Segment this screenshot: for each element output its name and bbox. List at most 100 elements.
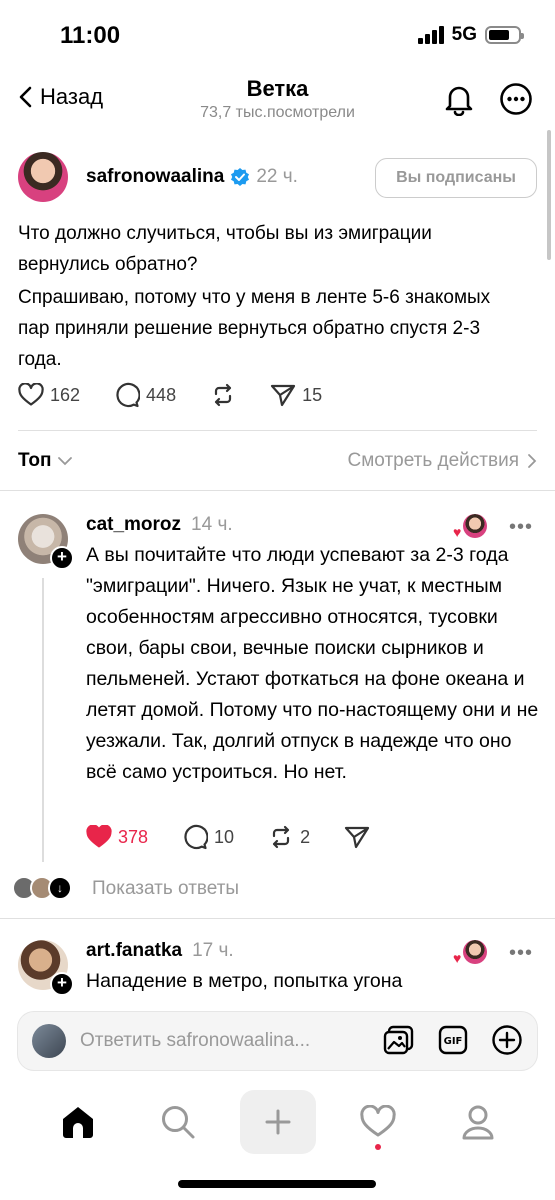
repost-count: 2 [300, 826, 311, 847]
divider [0, 490, 555, 491]
create-icon [265, 1109, 291, 1135]
home-indicator [178, 1180, 376, 1188]
view-activity-link[interactable]: Смотреть действия [348, 450, 537, 472]
view-activity-label: Смотреть действия [347, 450, 519, 471]
avatar[interactable]: + [18, 514, 74, 570]
comment-actions: 378 10 2 [86, 824, 404, 850]
more-icon[interactable]: ••• [509, 516, 533, 539]
sort-dropdown[interactable]: Топ [18, 450, 72, 472]
liked-by-author-badge: ♥ [453, 940, 487, 966]
image-icon[interactable] [383, 1024, 415, 1056]
avatar [32, 1024, 66, 1058]
repost-icon [214, 383, 232, 407]
comment-text: А вы почитайте что люди успевают за 2-3 … [86, 544, 539, 783]
avatar[interactable]: + [18, 940, 74, 996]
avatar[interactable] [18, 152, 68, 202]
repost-button[interactable]: 2 [268, 824, 310, 850]
status-bar: 11:00 5G [0, 0, 555, 70]
share-button[interactable] [344, 825, 370, 849]
battery-icon [485, 26, 524, 44]
more-icon[interactable]: ••• [509, 942, 533, 965]
sort-label: Топ [18, 450, 52, 471]
comment-icon [116, 382, 141, 408]
network-label: 5G [451, 24, 477, 45]
like-button[interactable]: 162 [18, 383, 80, 407]
nav-home[interactable] [40, 1090, 116, 1154]
post-text: Что должно случиться, чтобы вы из эмигра… [18, 218, 518, 377]
post-text-paragraph: Спрашиваю, потому что у меня в ленте 5-6… [18, 287, 491, 370]
search-icon [162, 1106, 195, 1139]
bell-icon [445, 86, 473, 117]
status-time: 11:00 [60, 22, 121, 49]
post-time: 22 ч. [256, 166, 298, 187]
comment-time: 17 ч. [192, 940, 234, 961]
verified-badge-icon [231, 168, 250, 186]
like-count: 378 [118, 826, 149, 847]
comment-time: 14 ч. [191, 514, 233, 535]
composer-tools: GIF [383, 1024, 523, 1056]
more-icon [500, 83, 532, 115]
reply-input[interactable] [80, 1026, 360, 1056]
username[interactable]: safronowaalina [86, 166, 224, 188]
chevron-down-icon [57, 457, 72, 466]
thread-line [42, 578, 44, 862]
comment-button[interactable]: 448 [114, 382, 176, 408]
comment-text: Нападение в метро, попытка угона [86, 970, 403, 992]
gif-icon[interactable]: GIF [437, 1024, 469, 1056]
heart-icon: ♥ [452, 524, 462, 540]
signal-icon [417, 26, 444, 44]
svg-text:GIF: GIF [444, 1036, 463, 1047]
heart-icon [18, 383, 44, 406]
reply-composer: GIF [18, 1012, 537, 1070]
divider [18, 430, 537, 431]
comment-meta: ♥ ••• [453, 940, 533, 966]
profile-icon [462, 1105, 494, 1140]
more-options-button[interactable] [499, 82, 533, 121]
show-replies-button[interactable]: ↓ Показать ответы [12, 876, 239, 902]
notifications-button[interactable] [443, 82, 475, 121]
comment-icon [184, 824, 209, 850]
nav-create[interactable] [240, 1090, 316, 1154]
like-count: 162 [50, 384, 81, 405]
status-indicators: 5G [417, 24, 524, 46]
share-count: 15 [302, 384, 323, 405]
arrow-down-icon: ↓ [48, 876, 72, 900]
sort-bar: Топ Смотреть действия [18, 446, 537, 478]
reply-count: 10 [214, 826, 235, 847]
comment-author: cat_moroz 14 ч. [86, 514, 233, 536]
nav-search[interactable] [140, 1090, 216, 1154]
plus-circle-icon[interactable] [491, 1024, 523, 1056]
divider [0, 918, 555, 919]
show-replies-label: Показать ответы [92, 878, 240, 899]
reply-avatars: ↓ [12, 876, 74, 902]
comment-meta: ♥ ••• [453, 514, 533, 540]
heart-icon: ♥ [452, 950, 462, 966]
like-button[interactable]: 378 [86, 825, 148, 849]
follow-plus-icon[interactable]: + [50, 972, 74, 996]
post-text-paragraph: Что должно случиться, чтобы вы из эмигра… [18, 223, 432, 275]
following-button[interactable]: Вы подписаны [375, 158, 537, 198]
notification-dot [375, 1144, 381, 1150]
activity-icon [360, 1105, 396, 1137]
comment-author: art.fanatka 17 ч. [86, 940, 234, 962]
chevron-right-icon [528, 454, 537, 468]
comment-button[interactable]: 10 [182, 824, 234, 850]
username[interactable]: cat_moroz [86, 514, 181, 536]
scrollbar[interactable] [547, 130, 551, 260]
heart-icon [86, 825, 112, 848]
share-icon [270, 384, 296, 407]
thread-header: Назад Ветка 73,7 тыс.посмотрели [0, 70, 555, 132]
username[interactable]: art.fanatka [86, 940, 182, 962]
liked-by-author-badge: ♥ [453, 514, 487, 540]
repost-button[interactable] [210, 382, 236, 408]
bottom-nav [0, 1090, 555, 1160]
repost-icon [272, 825, 290, 849]
post-actions: 162 448 15 [18, 382, 356, 408]
home-icon [63, 1107, 93, 1138]
comment-count: 448 [146, 384, 177, 405]
nav-activity[interactable] [340, 1090, 416, 1154]
nav-profile[interactable] [440, 1090, 516, 1154]
follow-plus-icon[interactable]: + [50, 546, 74, 570]
share-button[interactable]: 15 [270, 383, 322, 407]
post-author: safronowaalina 22 ч. [86, 166, 298, 188]
